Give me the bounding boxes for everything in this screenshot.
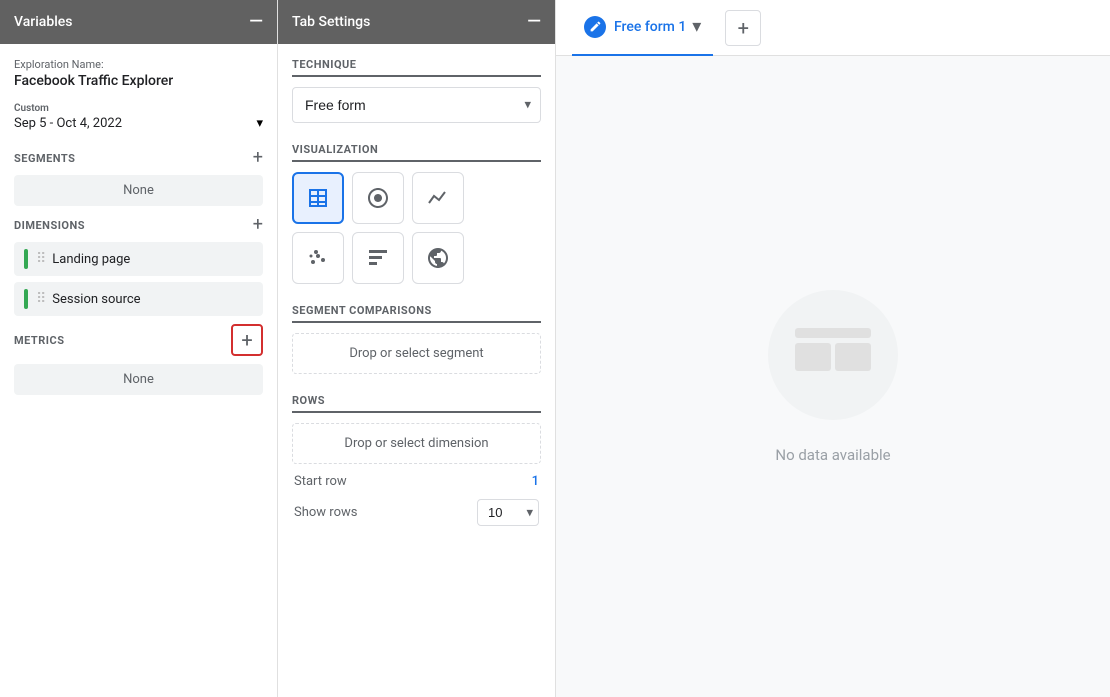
tab-settings-body: TECHNIQUE Free form Funnel exploration S… — [278, 44, 555, 556]
segments-title: SEGMENTS — [14, 152, 75, 165]
segments-section-header: SEGMENTS + — [14, 149, 263, 167]
variables-minimize-btn[interactable]: — — [249, 13, 263, 31]
viz-btn-donut[interactable] — [352, 172, 404, 224]
drag-handle-icon: ⠿ — [36, 291, 46, 307]
metrics-title: METRICS — [14, 334, 64, 347]
viz-btn-line[interactable] — [412, 172, 464, 224]
tab-settings-panel-header: Tab Settings — — [278, 0, 555, 44]
segment-comparisons-section: SEGMENT COMPARISONS Drop or select segme… — [292, 304, 541, 374]
show-rows-select[interactable]: 5 10 25 50 100 — [477, 499, 539, 526]
show-rows-label: Show rows — [294, 505, 357, 520]
variables-panel-body: Exploration Name: Facebook Traffic Explo… — [0, 44, 277, 697]
tab-add-icon: + — [738, 16, 749, 40]
dimensions-section-header: DIMENSIONS + — [14, 216, 263, 234]
no-data-illustration — [743, 290, 923, 430]
tab-free-form-1[interactable]: Free form 1 ▾ — [572, 0, 713, 56]
dimension-label: Session source — [52, 292, 140, 307]
show-rows-select-wrapper[interactable]: 5 10 25 50 100 ▾ — [477, 499, 539, 526]
tab-name: Free form 1 — [614, 19, 686, 35]
technique-select-wrapper[interactable]: Free form Funnel exploration Segment ove… — [292, 87, 541, 123]
rows-drop-label: Drop or select dimension — [344, 436, 488, 451]
segment-comparisons-title: SEGMENT COMPARISONS — [292, 304, 541, 323]
visualization-title: VISUALIZATION — [292, 143, 541, 162]
viz-btn-bar[interactable] — [352, 232, 404, 284]
dimension-item-landing-page[interactable]: ⠿ Landing page — [14, 242, 263, 276]
viz-btn-scatter[interactable] — [292, 232, 344, 284]
segment-drop-label: Drop or select segment — [349, 346, 483, 361]
tab-settings-panel-title: Tab Settings — [292, 14, 370, 30]
visualization-section: VISUALIZATION — [292, 143, 541, 284]
rows-section: ROWS Drop or select dimension Start row … — [292, 394, 541, 526]
metrics-add-icon: + — [241, 328, 252, 352]
exploration-name: Facebook Traffic Explorer — [14, 73, 263, 89]
variables-panel: Variables — Exploration Name: Facebook T… — [0, 0, 278, 697]
technique-title: TECHNIQUE — [292, 58, 541, 77]
tab-edit-icon — [584, 16, 606, 38]
no-data-text: No data available — [775, 446, 890, 464]
viz-btn-map[interactable] — [412, 232, 464, 284]
start-row-row: Start row 1 — [292, 474, 541, 489]
metrics-section-header: METRICS + — [14, 324, 263, 356]
tab-add-btn[interactable]: + — [725, 10, 761, 46]
metrics-none-pill: None — [14, 364, 263, 395]
tab-bar: Free form 1 ▾ + — [556, 0, 1110, 56]
start-row-label: Start row — [294, 474, 347, 489]
variables-panel-header: Variables — — [0, 0, 277, 44]
exploration-label: Exploration Name: — [14, 58, 263, 71]
dimension-label: Landing page — [52, 252, 130, 267]
date-range-selector[interactable]: Sep 5 - Oct 4, 2022 ▾ — [14, 116, 263, 131]
drag-handle-icon: ⠿ — [36, 251, 46, 267]
rows-title: ROWS — [292, 394, 541, 413]
tab-dropdown-arrow-icon[interactable]: ▾ — [692, 16, 701, 37]
date-range-arrow-icon: ▾ — [256, 116, 263, 131]
segments-add-btn[interactable]: + — [253, 149, 263, 167]
dimension-item-session-source[interactable]: ⠿ Session source — [14, 282, 263, 316]
visualization-grid — [292, 172, 541, 284]
tab-settings-panel: Tab Settings — TECHNIQUE Free form Funne… — [278, 0, 556, 697]
show-rows-row: Show rows 5 10 25 50 100 ▾ — [292, 499, 541, 526]
tab-settings-minimize-btn[interactable]: — — [527, 13, 541, 31]
segment-drop-zone[interactable]: Drop or select segment — [292, 333, 541, 374]
dimension-indicator — [24, 249, 28, 269]
dimension-indicator — [24, 289, 28, 309]
date-range-label: Custom — [14, 103, 263, 114]
segments-none-pill: None — [14, 175, 263, 206]
metrics-add-btn[interactable]: + — [231, 324, 263, 356]
technique-select[interactable]: Free form Funnel exploration Segment ove… — [292, 87, 541, 123]
variables-panel-title: Variables — [14, 14, 72, 30]
date-range-value: Sep 5 - Oct 4, 2022 — [14, 116, 122, 131]
rows-drop-zone[interactable]: Drop or select dimension — [292, 423, 541, 464]
dimensions-add-btn[interactable]: + — [253, 216, 263, 234]
dimensions-title: DIMENSIONS — [14, 219, 85, 232]
main-content: Free form 1 ▾ + No data available — [556, 0, 1110, 697]
start-row-value: 1 — [532, 474, 539, 489]
canvas-area: No data available — [556, 56, 1110, 697]
technique-section: TECHNIQUE Free form Funnel exploration S… — [292, 58, 541, 123]
viz-btn-table[interactable] — [292, 172, 344, 224]
